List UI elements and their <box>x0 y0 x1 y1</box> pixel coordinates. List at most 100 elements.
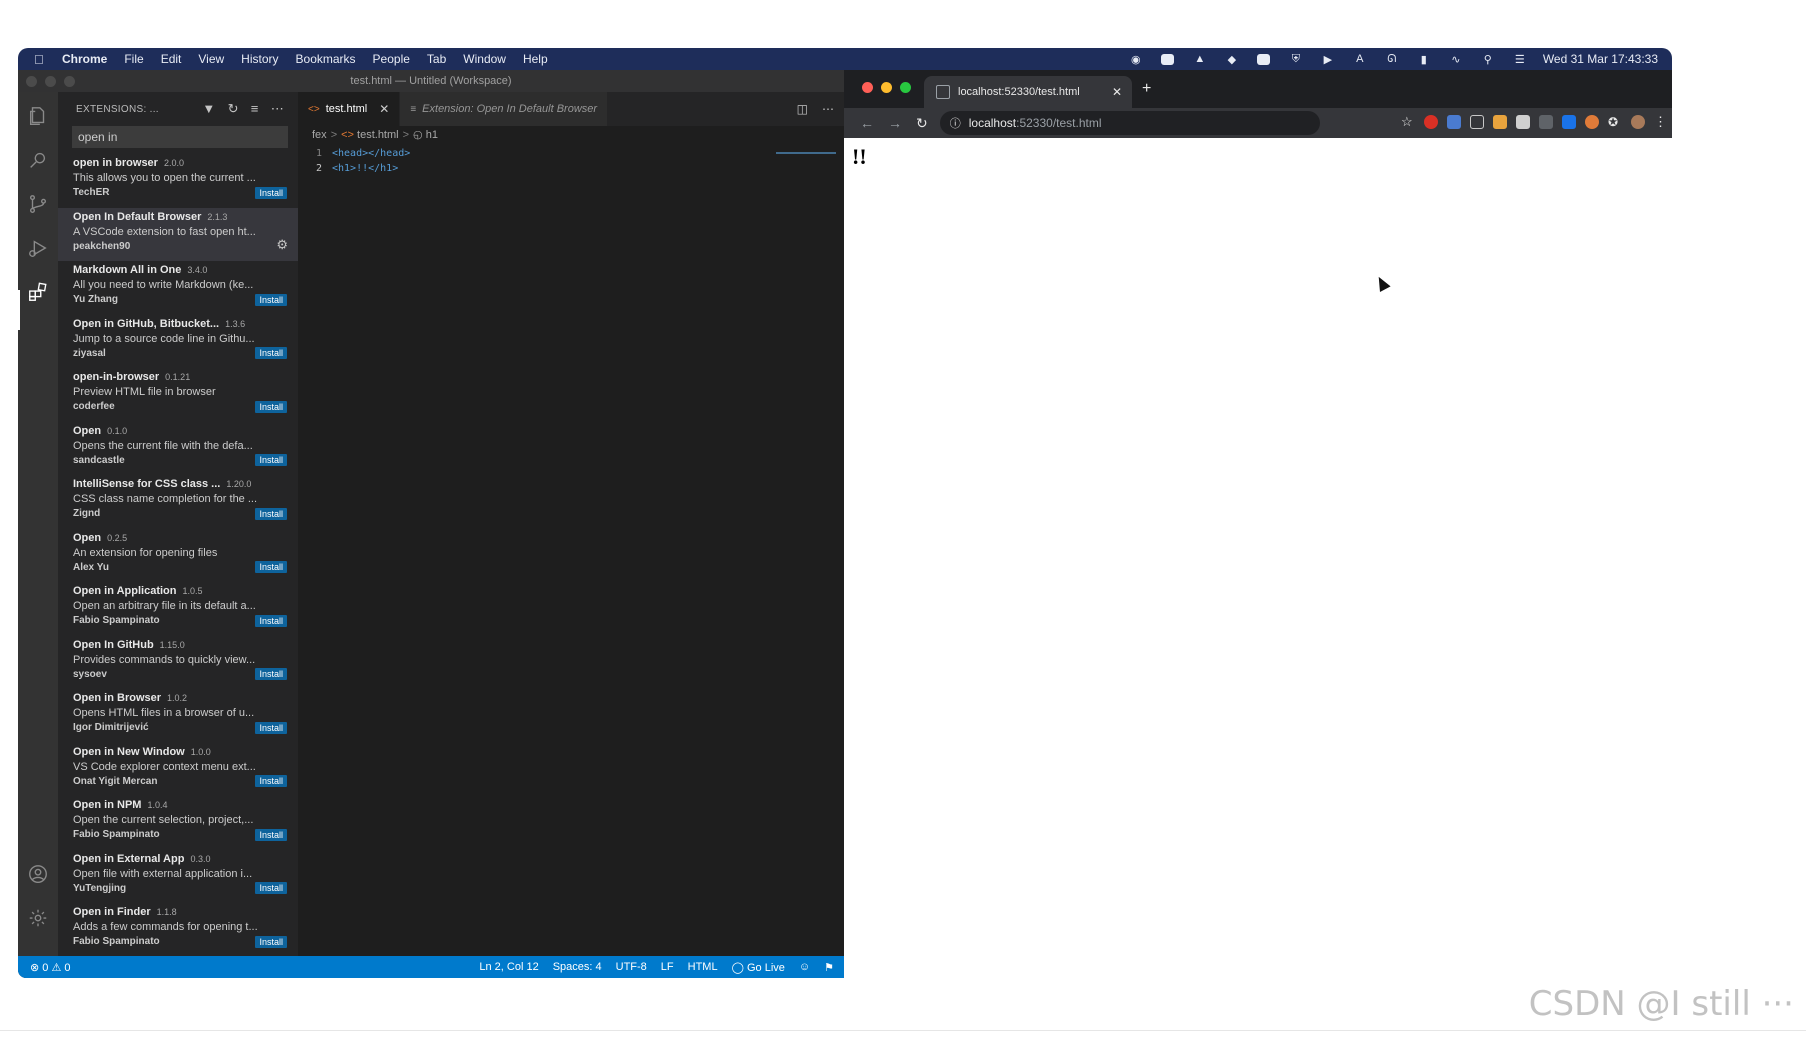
list-item[interactable]: open-in-browser 0.1.21 Preview HTML file i… <box>58 368 298 422</box>
install-button[interactable]: Install <box>255 186 287 199</box>
more-actions-icon[interactable]: ⋯ <box>822 102 834 116</box>
extensions-icon[interactable] <box>26 280 50 304</box>
menu-people[interactable]: People <box>373 52 410 66</box>
install-button[interactable]: Install <box>255 828 287 841</box>
more-actions-icon[interactable]: ⋯ <box>271 101 284 117</box>
install-button[interactable]: Install <box>255 400 287 413</box>
install-button[interactable]: Install <box>255 561 287 573</box>
close-window-button[interactable] <box>26 76 37 87</box>
search-icon[interactable]: ⚲ <box>1479 53 1497 66</box>
input-source-icon[interactable]: A <box>1351 53 1369 65</box>
reload-icon[interactable]: ↻ <box>916 115 928 132</box>
list-item[interactable]: Open In GitHub 1.15.0 Provides commands to… <box>58 636 298 690</box>
cookie-icon[interactable] <box>1585 115 1599 129</box>
profile-avatar[interactable] <box>1631 115 1645 129</box>
explorer-icon[interactable] <box>26 104 50 128</box>
keyboard-icon[interactable] <box>1255 53 1273 65</box>
run-debug-icon[interactable] <box>26 236 50 260</box>
menu-window[interactable]: Window <box>463 52 506 66</box>
back-icon[interactable]: ← <box>860 115 874 132</box>
extension-s-icon[interactable] <box>1562 115 1576 129</box>
code-editor[interactable]: 1 <head></head> 2 <h1>!!</h1> <box>298 146 844 176</box>
extension-search-input[interactable]: open in <box>72 126 288 148</box>
search-icon[interactable] <box>26 148 50 172</box>
docker-icon[interactable]: ▲ <box>1191 53 1209 65</box>
menu-help[interactable]: Help <box>523 52 548 66</box>
play-icon[interactable]: ▶ <box>1319 53 1337 66</box>
menu-tab[interactable]: Tab <box>427 52 446 66</box>
tab-test-html[interactable]: <> test.html ✕ <box>298 92 401 126</box>
menu-edit[interactable]: Edit <box>161 52 182 66</box>
record-icon[interactable]: ◉ <box>1127 53 1145 66</box>
list-item[interactable]: Open in New Window 1.0.0 VS Code explorer … <box>58 743 298 797</box>
minimize-window-button[interactable] <box>45 76 56 87</box>
close-window-button[interactable] <box>862 82 873 93</box>
menu-file[interactable]: File <box>124 52 143 66</box>
minimap[interactable] <box>776 152 836 154</box>
extension-red-icon[interactable] <box>1424 115 1438 129</box>
tab-extension-preview[interactable]: ≡ Extension: Open In Default Browser <box>400 92 609 126</box>
minimize-window-button[interactable] <box>881 82 892 93</box>
notifications-icon[interactable]: ⚑ <box>824 961 834 974</box>
chrome-menu-icon[interactable]: ⋮ <box>1654 114 1667 130</box>
manage-gear-icon[interactable] <box>26 906 50 930</box>
list-item[interactable]: IntelliSense for CSS class ... 1.20.0 CSS … <box>58 475 298 529</box>
list-item[interactable]: Open 0.1.0 Opens the current file with the… <box>58 422 298 476</box>
maximize-window-button[interactable] <box>900 82 911 93</box>
split-editor-icon[interactable]: ◫ <box>797 102 808 116</box>
maximize-window-button[interactable] <box>64 76 75 87</box>
gear-icon[interactable]: ⚙ <box>276 237 288 253</box>
install-button[interactable]: Install <box>255 347 287 359</box>
extension-list-icon[interactable] <box>1516 115 1530 129</box>
shield-icon[interactable]: ⛨ <box>1287 53 1305 65</box>
info-icon[interactable]: ⓘ <box>950 115 961 131</box>
forward-icon[interactable]: → <box>888 115 902 132</box>
close-icon[interactable]: ✕ <box>379 102 389 116</box>
breadcrumb-file[interactable]: test.html <box>357 129 399 141</box>
install-button[interactable]: Install <box>255 721 287 734</box>
account-icon[interactable] <box>26 862 50 886</box>
translate-icon[interactable] <box>1447 115 1461 129</box>
extension-square-icon[interactable] <box>1470 115 1484 129</box>
list-item[interactable]: Open in Application 1.0.5 Open an arbitrar… <box>58 582 298 636</box>
app-icon[interactable]: ◆ <box>1223 53 1241 66</box>
list-item[interactable]: Open in GitHub, Bitbucket... 1.3.6 Jump to… <box>58 315 298 369</box>
install-button[interactable]: Install <box>255 454 287 466</box>
install-button[interactable]: Install <box>255 775 287 787</box>
lock-icon[interactable] <box>1493 115 1507 129</box>
menu-history[interactable]: History <box>241 52 278 66</box>
wifi-icon[interactable]: ∿ <box>1447 53 1465 66</box>
zoom-icon[interactable] <box>1159 53 1177 65</box>
feedback-icon[interactable]: ☺ <box>799 961 810 974</box>
menubar-clock[interactable]: Wed 31 Mar 17:43:33 <box>1543 52 1658 66</box>
source-control-icon[interactable] <box>26 192 50 216</box>
extension-gray-icon[interactable] <box>1539 115 1553 129</box>
list-item[interactable]: Open in External App 0.3.0 Open file with … <box>58 850 298 904</box>
list-item[interactable]: Markdown All in One 3.4.0 All you need to … <box>58 261 298 315</box>
list-item[interactable]: Open in NPM 1.0.4 Open the current selecti… <box>58 796 298 850</box>
list-item[interactable]: Open in Finder 1.1.8 Adds a few commands f… <box>58 903 298 956</box>
control-center-icon[interactable]: ☰ <box>1511 53 1529 66</box>
breadcrumb-folder[interactable]: fex <box>312 129 327 141</box>
install-button[interactable]: Install <box>255 293 287 306</box>
battery-icon[interactable]: ▮ <box>1415 53 1433 66</box>
puzzle-extensions-icon[interactable]: ✪ <box>1608 115 1622 129</box>
indentation[interactable]: Spaces: 4 <box>553 961 602 974</box>
browser-tab[interactable]: localhost:52330/test.html ✕ <box>924 76 1132 108</box>
bluetooth-icon[interactable]: ᘏ <box>1383 53 1401 65</box>
install-button[interactable]: Install <box>255 668 287 680</box>
list-item[interactable]: Open in Browser 1.0.2 Opens HTML files in … <box>58 689 298 743</box>
filter-icon[interactable]: ▼ <box>202 101 215 117</box>
clear-icon[interactable]: ≡ <box>251 101 259 117</box>
install-button[interactable]: Install <box>255 882 287 894</box>
menu-bookmarks[interactable]: Bookmarks <box>296 52 356 66</box>
apple-icon[interactable]:  <box>34 52 54 67</box>
list-item[interactable]: open in browser 2.0.0 This allows you to o… <box>58 154 298 208</box>
menu-view[interactable]: View <box>198 52 224 66</box>
install-button[interactable]: Install <box>255 614 287 627</box>
language-mode[interactable]: HTML <box>688 961 718 974</box>
bookmark-star-icon[interactable]: ☆ <box>1401 114 1415 130</box>
address-bar[interactable]: ⓘ localhost:52330/test.html <box>939 111 1320 135</box>
list-item[interactable]: Open In Default Browser 2.1.3 A VSCode ext… <box>58 207 298 261</box>
go-live-button[interactable]: ◯ Go Live <box>732 961 785 974</box>
